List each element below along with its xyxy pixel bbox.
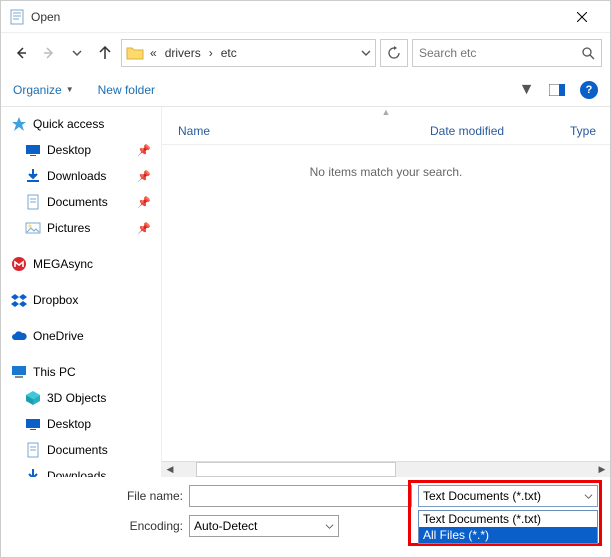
empty-message: No items match your search.: [310, 165, 463, 179]
help-icon: ?: [586, 84, 593, 96]
sidebar-megasync[interactable]: MEGAsync: [5, 251, 161, 277]
open-dialog: Open « drivers › etc Organize ▼ N: [0, 0, 611, 558]
sidebar-3d-objects[interactable]: 3D Objects: [5, 385, 161, 411]
splitter-handle[interactable]: ▲: [162, 107, 610, 117]
search-icon: [582, 47, 595, 60]
cube-icon: [25, 390, 41, 406]
encoding-label: Encoding:: [13, 519, 183, 533]
up-button[interactable]: [93, 41, 117, 65]
body: Quick access Desktop📌 Downloads📌 Documen…: [1, 107, 610, 477]
encoding-value: Auto-Detect: [194, 519, 257, 533]
filetype-dropdown[interactable]: Text Documents (*.txt): [418, 485, 598, 507]
scroll-right-icon[interactable]: ▶: [594, 462, 610, 478]
history-dropdown[interactable]: [65, 41, 89, 65]
preview-pane-icon: [549, 84, 565, 96]
notepad-icon: [9, 9, 25, 25]
sidebar-desktop-2[interactable]: Desktop: [5, 411, 161, 437]
breadcrumb-sep: «: [148, 46, 159, 60]
filename-input[interactable]: [189, 485, 412, 507]
address-bar[interactable]: « drivers › etc: [121, 39, 376, 67]
sidebar-documents[interactable]: Documents📌: [5, 189, 161, 215]
sidebar: Quick access Desktop📌 Downloads📌 Documen…: [1, 107, 161, 477]
pictures-icon: [25, 220, 41, 236]
help-button[interactable]: ?: [580, 81, 598, 99]
column-name[interactable]: Name: [162, 124, 420, 138]
sidebar-this-pc[interactable]: This PC: [5, 359, 161, 385]
breadcrumb-etc[interactable]: etc: [219, 46, 239, 60]
download-icon: [25, 168, 41, 184]
filetype-option-all[interactable]: All Files (*.*): [419, 527, 597, 543]
pin-icon: 📌: [137, 222, 157, 235]
chevron-down-icon: [325, 522, 334, 531]
star-icon: [11, 116, 27, 132]
pin-icon: 📌: [137, 144, 157, 157]
window-title: Open: [31, 10, 562, 24]
column-headers: Name Date modified Type: [162, 117, 610, 145]
arrow-right-icon: [42, 46, 56, 60]
chevron-down-icon[interactable]: [361, 48, 371, 58]
chevron-down-icon: ▼: [66, 85, 74, 94]
dropbox-icon: [11, 292, 27, 308]
folder-icon: [126, 44, 144, 62]
filetype-selected: Text Documents (*.txt): [423, 489, 541, 503]
document-icon: [25, 194, 41, 210]
new-folder-button[interactable]: New folder: [98, 83, 155, 97]
column-date[interactable]: Date modified: [420, 124, 560, 138]
filetype-dropdown-list[interactable]: Text Documents (*.txt) All Files (*.*): [418, 510, 598, 544]
close-button[interactable]: [562, 1, 602, 32]
pin-icon: 📌: [137, 170, 157, 183]
breadcrumb-chev: ›: [207, 46, 215, 60]
file-list: No items match your search.: [162, 145, 610, 461]
refresh-icon: [387, 46, 401, 60]
sidebar-desktop[interactable]: Desktop📌: [5, 137, 161, 163]
organize-label: Organize: [13, 83, 62, 97]
desktop-icon: [25, 416, 41, 432]
main-panel: ▲ Name Date modified Type No items match…: [161, 107, 610, 477]
footer: File name: Text Documents (*.txt) Encodi…: [1, 477, 610, 557]
toolbar: Organize ▼ New folder ▼ ?: [1, 73, 610, 107]
chevron-down-icon: ▼: [519, 81, 535, 99]
close-icon: [577, 12, 587, 22]
sidebar-downloads-2[interactable]: Downloads: [5, 463, 161, 477]
scrollbar-thumb[interactable]: [196, 462, 396, 477]
desktop-icon: [25, 142, 41, 158]
search-box[interactable]: [412, 39, 602, 67]
megasync-icon: [11, 256, 27, 272]
scroll-left-icon[interactable]: ◀: [162, 462, 178, 478]
sidebar-documents-2[interactable]: Documents: [5, 437, 161, 463]
sidebar-quick-access[interactable]: Quick access: [5, 111, 161, 137]
back-button[interactable]: [9, 41, 33, 65]
encoding-dropdown[interactable]: Auto-Detect: [189, 515, 339, 537]
filename-label: File name:: [13, 489, 183, 503]
preview-pane-button[interactable]: [548, 81, 566, 99]
filetype-option-txt[interactable]: Text Documents (*.txt): [419, 511, 597, 527]
document-icon: [25, 442, 41, 458]
sidebar-dropbox[interactable]: Dropbox: [5, 287, 161, 313]
titlebar: Open: [1, 1, 610, 33]
arrow-left-icon: [14, 46, 28, 60]
pin-icon: 📌: [137, 196, 157, 209]
arrow-up-icon: [98, 46, 112, 60]
newfolder-label: New folder: [98, 83, 155, 97]
onedrive-icon: [11, 328, 27, 344]
download-icon: [25, 468, 41, 477]
pc-icon: [11, 364, 27, 380]
sidebar-onedrive[interactable]: OneDrive: [5, 323, 161, 349]
chevron-down-icon: [72, 48, 82, 58]
sidebar-pictures[interactable]: Pictures📌: [5, 215, 161, 241]
column-type[interactable]: Type: [560, 124, 610, 138]
horizontal-scrollbar[interactable]: ◀ ▶: [162, 461, 610, 477]
refresh-button[interactable]: [380, 39, 408, 67]
breadcrumb-drivers[interactable]: drivers: [163, 46, 203, 60]
navbar: « drivers › etc: [1, 33, 610, 73]
forward-button[interactable]: [37, 41, 61, 65]
view-button[interactable]: ▼: [516, 81, 534, 99]
sidebar-downloads[interactable]: Downloads📌: [5, 163, 161, 189]
search-input[interactable]: [419, 46, 582, 60]
organize-menu[interactable]: Organize ▼: [13, 83, 74, 97]
chevron-down-icon: [584, 492, 593, 501]
